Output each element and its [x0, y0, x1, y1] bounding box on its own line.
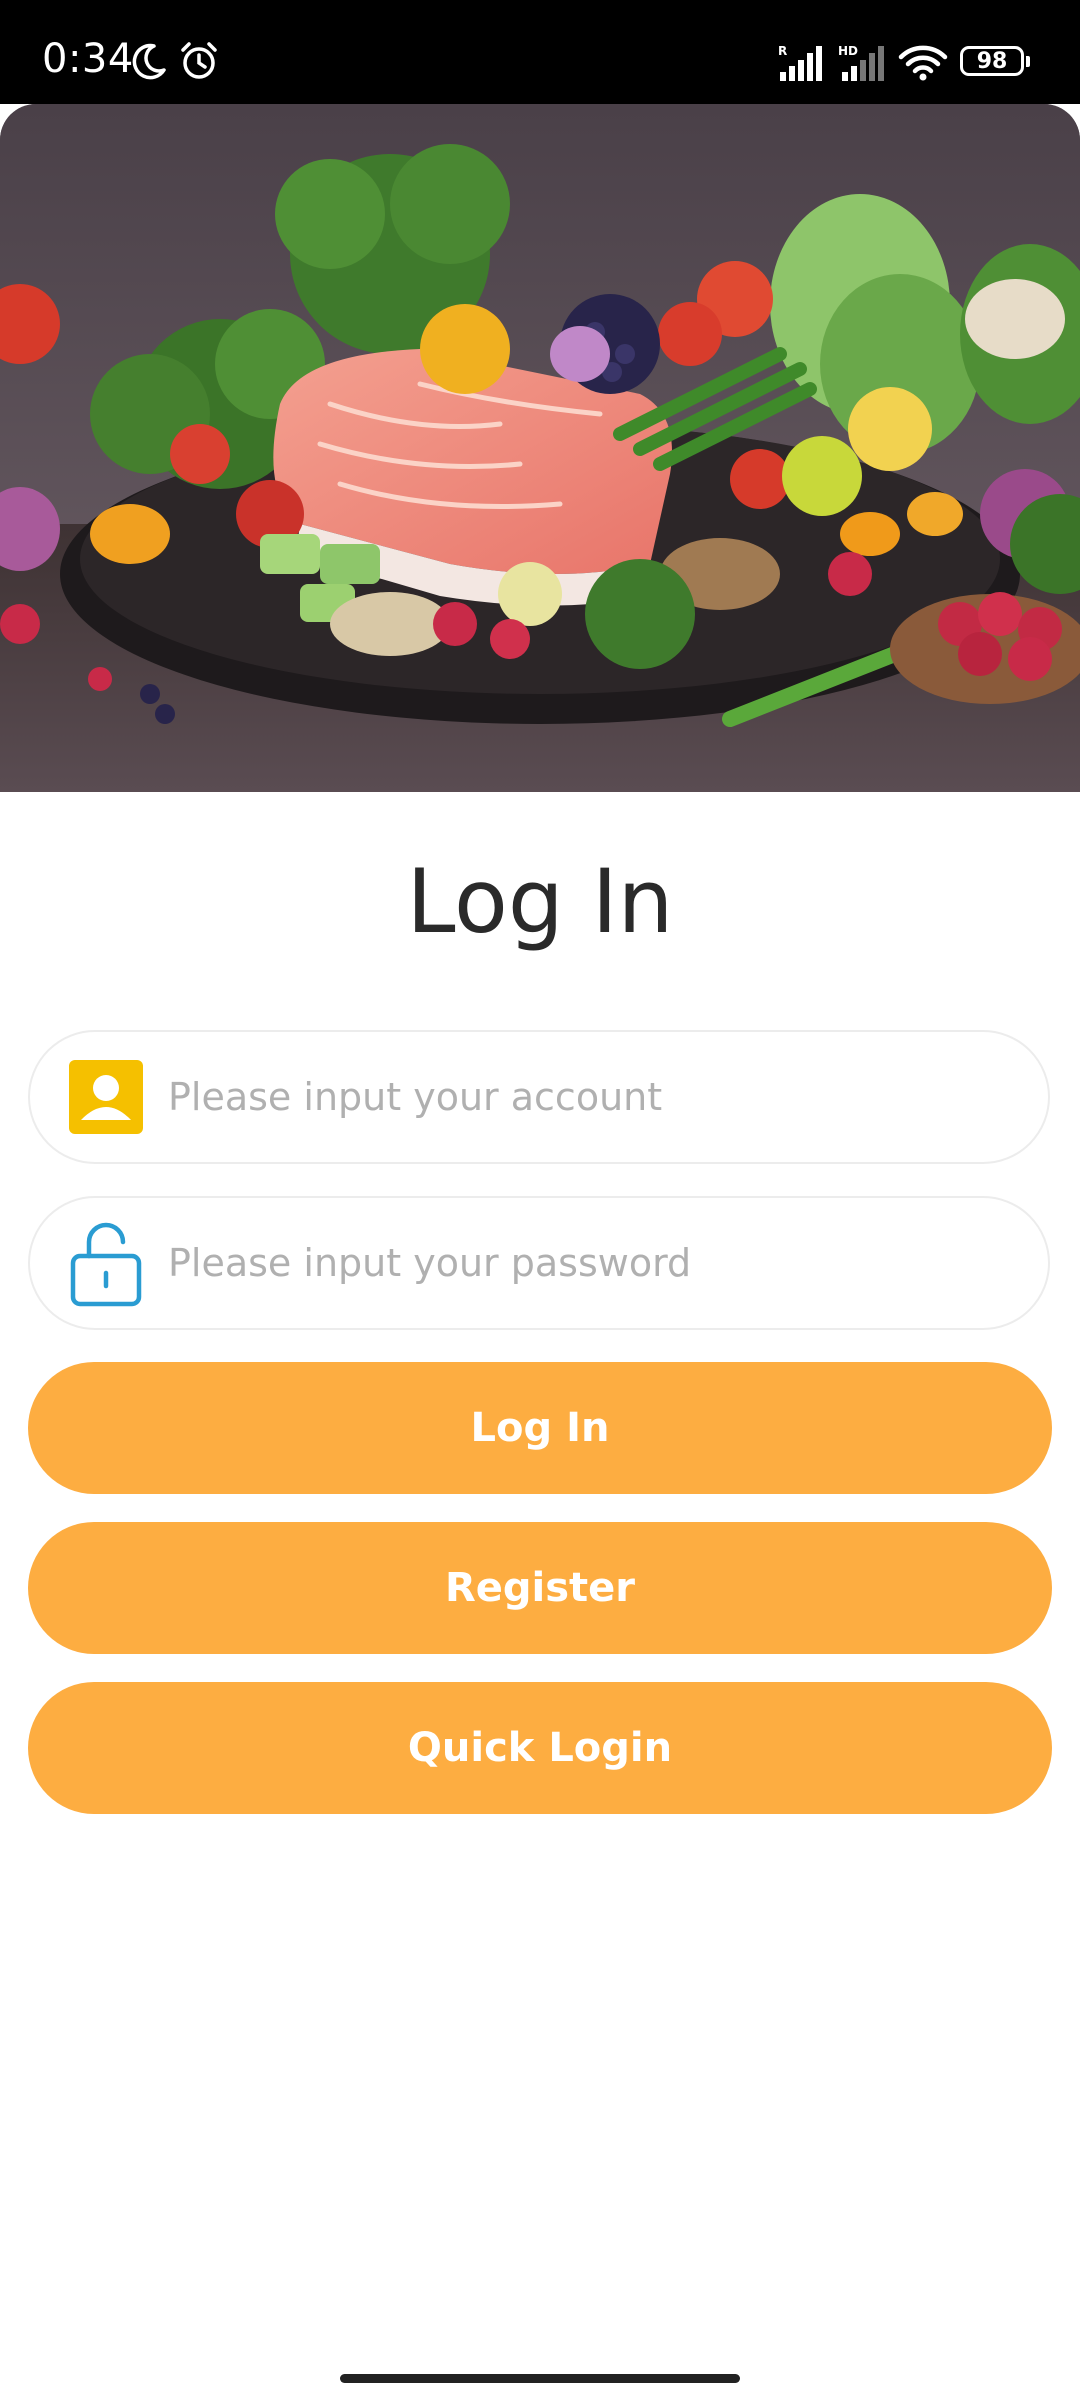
moon-icon [132, 43, 166, 80]
login-screen: 0:34 R HD 98 Log In Please input your ac… [0, 0, 1080, 2400]
quick-login-button[interactable]: Quick Login [28, 1682, 1052, 1814]
status-time: 0:34 [42, 36, 134, 82]
status-bar: 0:34 R HD 98 [0, 0, 1080, 104]
user-icon [66, 1057, 146, 1137]
battery-icon: 98 [960, 46, 1030, 76]
register-button[interactable]: Register [28, 1522, 1052, 1654]
page-title: Log In [406, 850, 674, 953]
signal-label: R [778, 44, 787, 58]
unlock-icon [66, 1222, 146, 1307]
alarm-icon [181, 42, 217, 79]
signal-hd-icon: HD [838, 44, 884, 81]
account-input[interactable] [166, 1074, 990, 1120]
hero-food-image [0, 104, 1080, 792]
password-field[interactable] [28, 1196, 1050, 1330]
wifi-icon [898, 45, 948, 81]
signal-icon: R [778, 44, 822, 81]
password-input[interactable] [166, 1240, 990, 1286]
login-button[interactable]: Log In [28, 1362, 1052, 1494]
home-indicator[interactable] [340, 2374, 740, 2383]
account-field[interactable] [28, 1030, 1050, 1164]
signal-hd-label: HD [838, 44, 858, 58]
battery-level: 98 [976, 48, 1008, 74]
